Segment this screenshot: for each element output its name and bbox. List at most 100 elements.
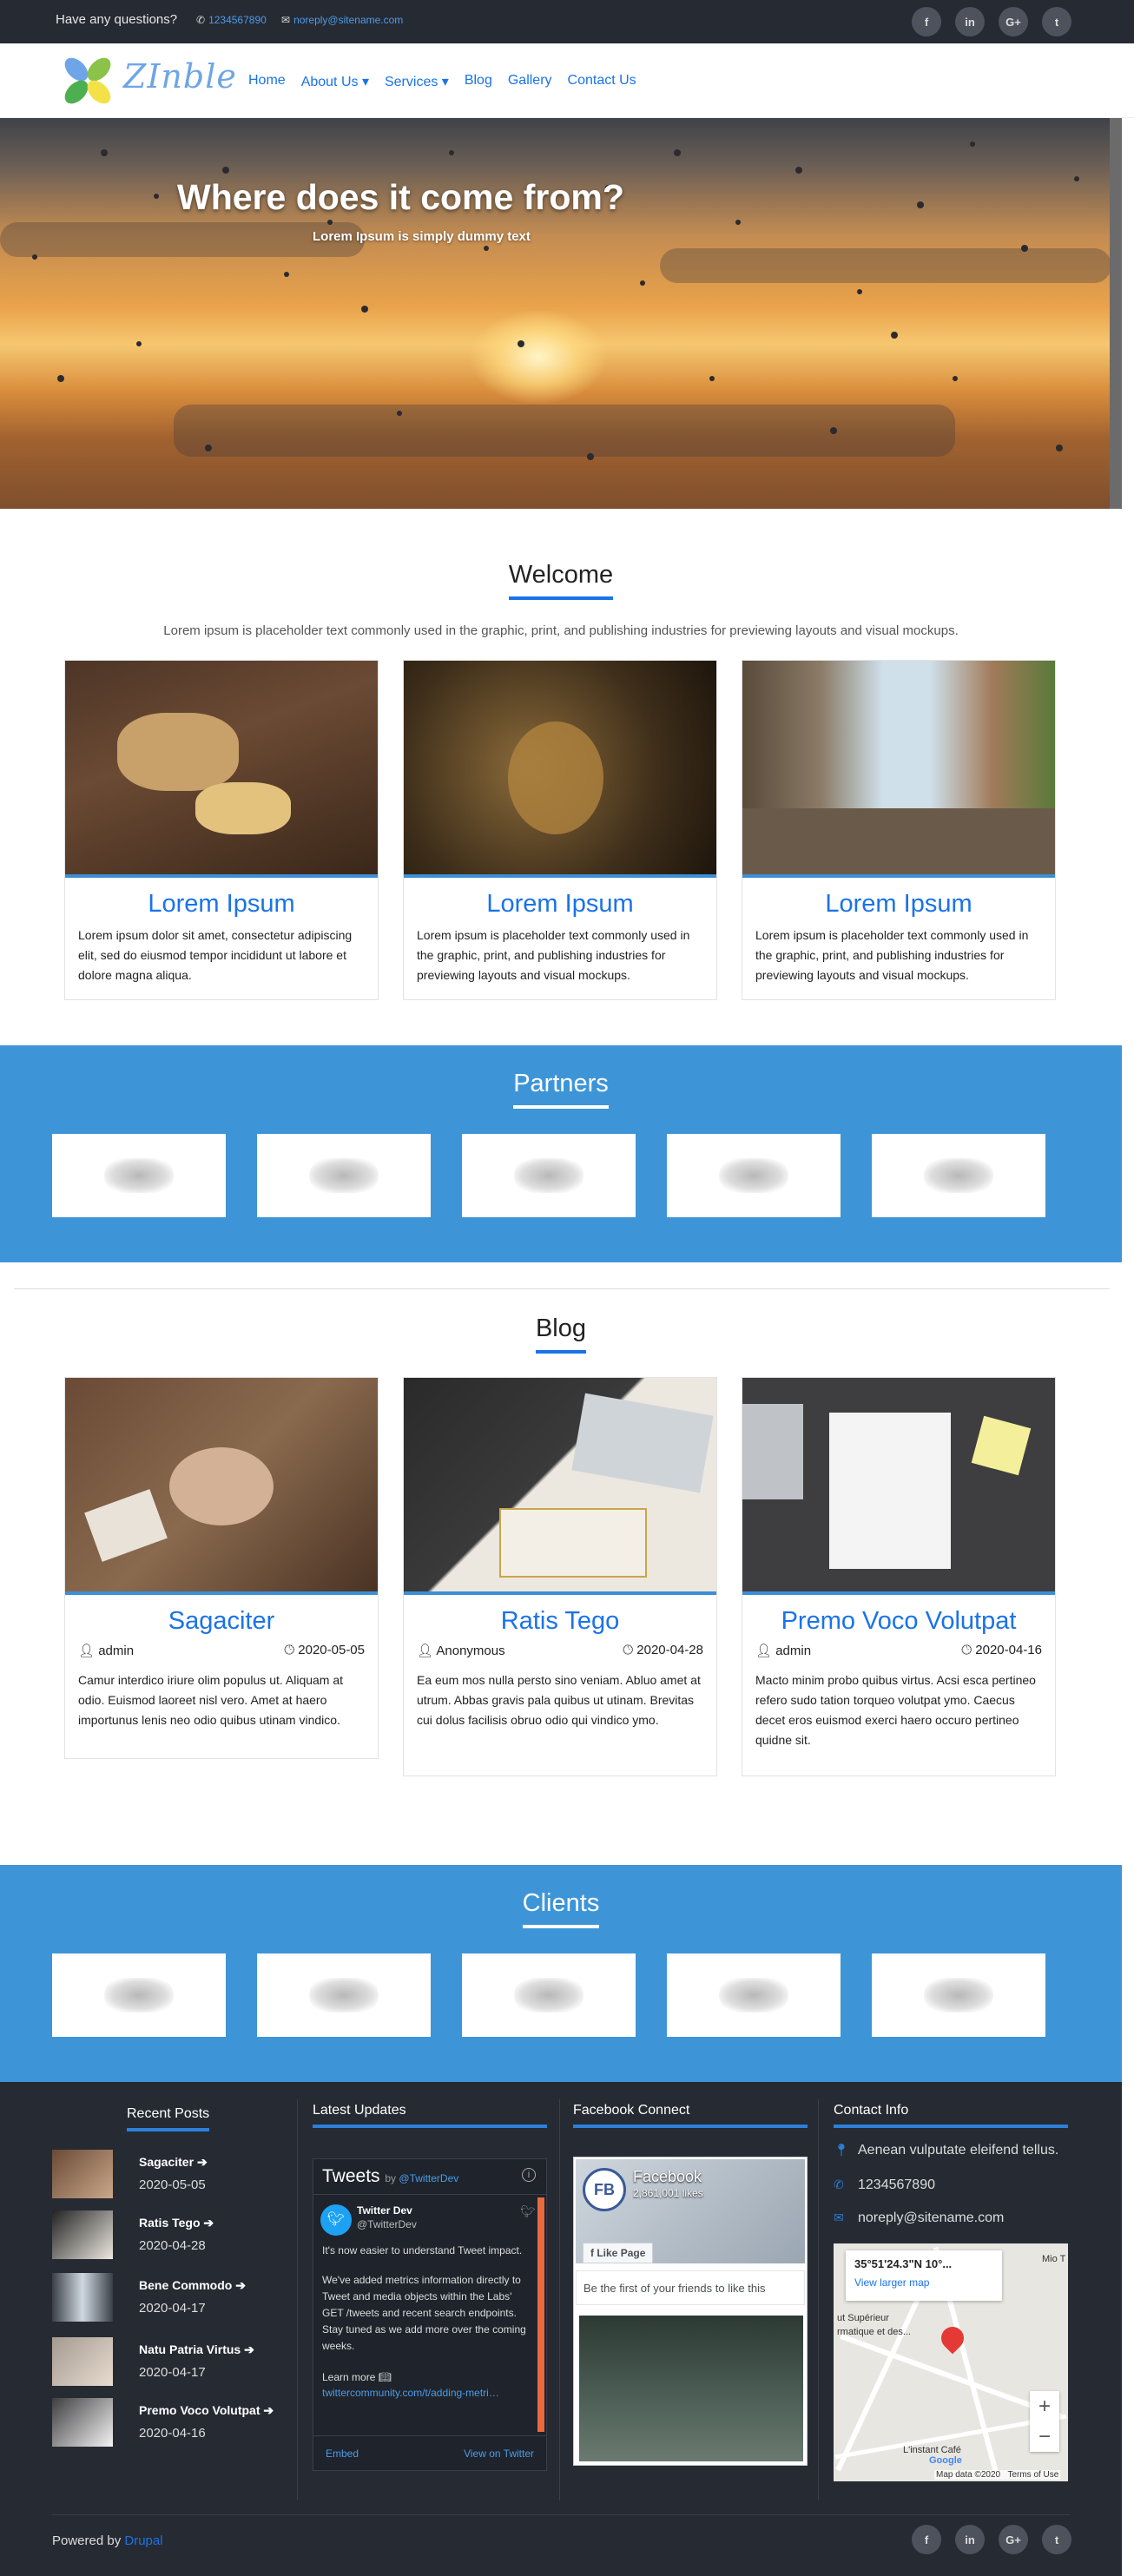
client-logo[interactable] bbox=[462, 1953, 636, 2037]
tweet-link[interactable]: twittercommunity.com/t/adding-metri… bbox=[322, 2387, 499, 2399]
twitter-bird-icon[interactable]: 🐦︎ bbox=[520, 2204, 536, 2219]
recent-post-thumbnail[interactable] bbox=[52, 2273, 113, 2322]
twitter-icon[interactable]: t bbox=[1042, 2525, 1071, 2554]
column-divider bbox=[818, 2099, 819, 2500]
twitter-timeline[interactable]: Tweets by @TwitterDev i 🐦︎ Twitter Dev @… bbox=[313, 2158, 547, 2471]
google-map[interactable]: 35°51'24.3"N 10°... View larger map ut S… bbox=[834, 2243, 1068, 2481]
facebook-logo-icon[interactable]: FB bbox=[583, 2168, 626, 2211]
partner-logo[interactable] bbox=[257, 1134, 431, 1217]
google-plus-icon[interactable]: G+ bbox=[999, 2525, 1028, 2554]
blog-card[interactable]: Sagaciter 👤︎ admin 🕒︎ 2020-05-05 Camur i… bbox=[64, 1377, 379, 1759]
recent-post-thumbnail[interactable] bbox=[52, 2150, 113, 2198]
like-page-button[interactable]: f Like Page bbox=[583, 2243, 654, 2263]
embed-link[interactable]: Embed bbox=[326, 2448, 359, 2460]
recent-post-title[interactable]: Sagaciter ➔ bbox=[139, 2155, 208, 2170]
twitter-avatar-icon[interactable]: 🐦︎ bbox=[320, 2204, 352, 2236]
user-icon: 👤︎ bbox=[78, 1644, 99, 1658]
blog-post-title[interactable]: Ratis Tego bbox=[404, 1607, 716, 1636]
nav-about-us[interactable]: About Us ▾ bbox=[301, 73, 369, 90]
facebook-icon[interactable]: f bbox=[912, 7, 941, 36]
blog-card[interactable]: Ratis Tego 👤︎ Anonymous 🕒︎ 2020-04-28 Ea… bbox=[403, 1377, 717, 1776]
nav-blog[interactable]: Blog bbox=[465, 73, 492, 90]
tweet-author-name[interactable]: Twitter Dev bbox=[357, 2204, 412, 2217]
facebook-cover-image[interactable]: FB Facebook 2,861,001 likes f Like Page bbox=[576, 2159, 805, 2263]
twitter-icon[interactable]: t bbox=[1042, 7, 1071, 36]
client-logo[interactable] bbox=[872, 1953, 1045, 2037]
partner-logo[interactable] bbox=[667, 1134, 841, 1217]
recent-post-title[interactable]: Natu Patria Virtus ➔ bbox=[139, 2342, 254, 2357]
teamwork-hands-image bbox=[65, 1378, 378, 1595]
facebook-icon[interactable]: f bbox=[912, 2525, 941, 2554]
zoom-out-button[interactable]: − bbox=[1030, 2421, 1059, 2452]
leaf-logo-icon[interactable] bbox=[57, 50, 118, 111]
contact-email[interactable]: ✉ noreply@sitename.com bbox=[834, 2210, 1004, 2226]
client-logo[interactable] bbox=[667, 1953, 841, 2037]
recent-post-thumbnail[interactable] bbox=[52, 2398, 113, 2447]
view-larger-map-link[interactable]: View larger map bbox=[854, 2276, 929, 2289]
questions-label: Have any questions? bbox=[56, 12, 178, 27]
powered-by: Powered by Drupal bbox=[52, 2533, 163, 2548]
linkedin-icon[interactable]: in bbox=[955, 7, 985, 36]
partner-logo[interactable] bbox=[52, 1134, 226, 1217]
nav-services[interactable]: Services ▾ bbox=[385, 73, 449, 90]
recent-post-item[interactable]: Premo Voco Volutpat ➔ 2020-04-16 bbox=[52, 2398, 313, 2450]
footer-divider bbox=[52, 2514, 1070, 2515]
recent-post-thumbnail[interactable] bbox=[52, 2337, 113, 2386]
arrow-right-icon: ➔ bbox=[263, 2403, 274, 2417]
author-name: admin bbox=[98, 1644, 135, 1658]
facebook-page-name[interactable]: Facebook bbox=[633, 2168, 702, 2186]
contact-phone[interactable]: ✆ 1234567890 bbox=[834, 2177, 935, 2193]
blog-post-title[interactable]: Premo Voco Volutpat bbox=[742, 1607, 1055, 1636]
recent-post-title[interactable]: Bene Commodo ➔ bbox=[139, 2278, 246, 2293]
email-link[interactable]: ✉ noreply@sitename.com bbox=[281, 14, 403, 26]
linkedin-icon[interactable]: in bbox=[955, 2525, 985, 2554]
client-logo[interactable] bbox=[52, 1953, 226, 2037]
date-info: 🕒︎ 2020-04-16 bbox=[961, 1643, 1042, 1658]
timeline-scrollbar[interactable] bbox=[537, 2197, 544, 2432]
recent-post-title[interactable]: Ratis Tego ➔ bbox=[139, 2216, 214, 2230]
partner-logo[interactable] bbox=[872, 1134, 1045, 1217]
partners-logos bbox=[52, 1134, 1045, 1217]
recent-post-date: 2020-04-28 bbox=[139, 2238, 206, 2253]
nav-gallery[interactable]: Gallery bbox=[508, 73, 552, 90]
card-title[interactable]: Lorem Ipsum bbox=[404, 890, 716, 919]
facebook-post-image[interactable] bbox=[579, 2316, 803, 2461]
info-icon[interactable]: i bbox=[522, 2168, 536, 2182]
facebook-page-plugin[interactable]: FB Facebook 2,861,001 likes f Like Page … bbox=[573, 2157, 808, 2466]
view-on-twitter-link[interactable]: View on Twitter bbox=[464, 2448, 534, 2460]
recent-post-item[interactable]: Sagaciter ➔ 2020-05-05 bbox=[52, 2150, 313, 2202]
card-title[interactable]: Lorem Ipsum bbox=[65, 890, 378, 919]
recent-post-date: 2020-04-17 bbox=[139, 2301, 206, 2316]
site-logo-text[interactable]: ZInble bbox=[123, 57, 237, 96]
welcome-card[interactable]: Lorem Ipsum Lorem ipsum is placeholder t… bbox=[742, 660, 1056, 1000]
drupal-link[interactable]: Drupal bbox=[124, 2533, 162, 2548]
blog-card[interactable]: Premo Voco Volutpat 👤︎ admin 🕒︎ 2020-04-… bbox=[742, 1377, 1056, 1776]
recent-post-item[interactable]: Bene Commodo ➔ 2020-04-17 bbox=[52, 2273, 313, 2325]
recent-post-title[interactable]: Premo Voco Volutpat ➔ bbox=[139, 2403, 274, 2418]
card-title[interactable]: Lorem Ipsum bbox=[742, 890, 1055, 919]
contact-info-title: Contact Info bbox=[834, 2103, 1068, 2128]
hero-title: Where does it come from? bbox=[177, 177, 624, 217]
tweet-author-handle[interactable]: @TwitterDev bbox=[357, 2218, 417, 2230]
google-plus-icon[interactable]: G+ bbox=[999, 7, 1028, 36]
nav-home[interactable]: Home bbox=[248, 73, 286, 90]
phone-link[interactable]: ✆ 1234567890 bbox=[196, 14, 267, 26]
welcome-card[interactable]: Lorem Ipsum Lorem ipsum dolor sit amet, … bbox=[64, 660, 379, 1000]
terms-of-use-link[interactable]: Terms of Use bbox=[1007, 2470, 1058, 2480]
arrow-right-icon: ➔ bbox=[244, 2342, 254, 2356]
date-info: 🕒︎ 2020-05-05 bbox=[284, 1643, 365, 1658]
nav-contact-us[interactable]: Contact Us bbox=[568, 73, 636, 90]
recent-post-item[interactable]: Natu Patria Virtus ➔ 2020-04-17 bbox=[52, 2337, 313, 2389]
client-logo[interactable] bbox=[257, 1953, 431, 2037]
author-name: Anonymous bbox=[436, 1644, 505, 1658]
post-date: 2020-04-16 bbox=[975, 1643, 1042, 1657]
recent-post-thumbnail[interactable] bbox=[52, 2210, 113, 2259]
partner-logo[interactable] bbox=[462, 1134, 636, 1217]
blog-post-title[interactable]: Sagaciter bbox=[65, 1607, 378, 1636]
welcome-card[interactable]: Lorem Ipsum Lorem ipsum is placeholder t… bbox=[403, 660, 717, 1000]
blog-post-excerpt: Ea eum mos nulla persto sino veniam. Abl… bbox=[417, 1673, 701, 1727]
recent-post-item[interactable]: Ratis Tego ➔ 2020-04-28 bbox=[52, 2210, 313, 2263]
twitter-handle-link[interactable]: @TwitterDev bbox=[399, 2172, 458, 2184]
zoom-in-button[interactable]: + bbox=[1030, 2391, 1059, 2421]
hero-scrollbar[interactable] bbox=[1110, 118, 1122, 509]
